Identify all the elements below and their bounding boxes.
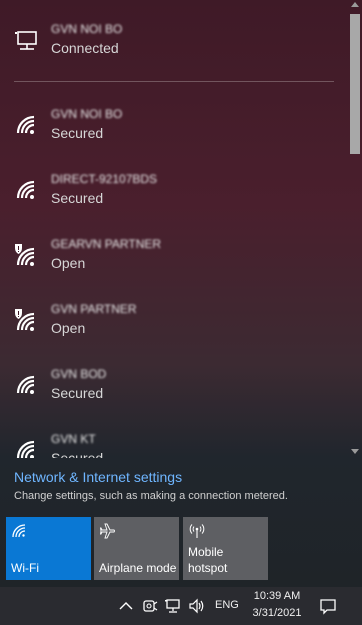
network-name: GVN BOD: [51, 367, 107, 381]
network-status: Secured: [51, 450, 104, 458]
wifi-network-item[interactable]: GVN BOD Secured: [0, 359, 348, 424]
wifi-icon: [16, 180, 35, 199]
network-status: Secured: [51, 385, 104, 401]
language-indicator[interactable]: ENG: [215, 599, 239, 611]
wifi-icon: [12, 524, 26, 538]
network-list[interactable]: GVN NOI BO Connected GVN NOI BO Secured …: [0, 0, 348, 458]
tile-label: Wi-Fi: [11, 561, 39, 575]
scrollbar[interactable]: [348, 0, 362, 458]
camera-icon[interactable]: [141, 597, 159, 615]
ethernet-monitor-icon: [15, 31, 37, 50]
wifi-shield-icon: [15, 244, 35, 266]
chevron-up-icon[interactable]: [117, 597, 135, 615]
network-name: GEARVN PARTNER: [51, 237, 162, 251]
notification-icon[interactable]: [319, 597, 337, 615]
clock-date[interactable]: 3/31/2021: [250, 607, 304, 619]
tile-label: Mobile hotspot: [188, 545, 228, 575]
connected-network-item[interactable]: GVN NOI BO Connected: [0, 14, 348, 79]
network-settings-link[interactable]: Network & Internet settings: [14, 469, 182, 485]
network-status: Connected: [51, 40, 119, 56]
speaker-icon[interactable]: [188, 597, 206, 615]
wifi-icon: [16, 115, 35, 134]
wifi-shield-icon: [15, 309, 35, 331]
wifi-icon: [16, 375, 35, 394]
tile-label: Airplane mode: [99, 561, 177, 575]
network-status: Secured: [51, 125, 104, 141]
scroll-down-icon[interactable]: [351, 449, 359, 454]
network-status: Open: [51, 255, 86, 271]
divider: [14, 81, 334, 82]
clock-time[interactable]: 10:39 AM: [252, 590, 302, 602]
network-name: GVN NOI BO: [51, 22, 123, 36]
wifi-network-item[interactable]: GVN PARTNER Open: [0, 294, 348, 359]
mobile-hotspot-tile[interactable]: Mobile hotspot: [183, 517, 268, 580]
airplane-icon: [100, 523, 115, 539]
wifi-network-item[interactable]: GVN NOI BO Secured: [0, 99, 348, 164]
network-status: Open: [51, 320, 86, 336]
wifi-icon: [16, 440, 35, 458]
taskbar: ENG 10:39 AM 3/31/2021: [0, 587, 362, 625]
network-name: GVN KT: [51, 432, 96, 446]
hotspot-icon: [189, 524, 205, 538]
network-name: DIRECT-92107BDS: [51, 172, 158, 186]
network-flyout: GVN NOI BO Connected GVN NOI BO Secured …: [0, 0, 362, 587]
network-name: GVN NOI BO: [51, 107, 123, 121]
airplane-mode-tile[interactable]: Airplane mode: [94, 517, 179, 580]
wifi-network-item[interactable]: DIRECT-92107BDS Secured: [0, 164, 348, 229]
wifi-network-item[interactable]: GEARVN PARTNER Open: [0, 229, 348, 294]
scroll-up-icon[interactable]: [351, 2, 359, 7]
scroll-thumb[interactable]: [350, 14, 360, 154]
network-name: GVN PARTNER: [51, 302, 137, 316]
network-icon[interactable]: [164, 597, 182, 615]
wifi-toggle-tile[interactable]: Wi-Fi: [6, 517, 91, 580]
network-settings-description: Change settings, such as making a connec…: [14, 490, 288, 502]
wifi-network-item[interactable]: GVN KT Secured: [0, 424, 348, 458]
network-status: Secured: [51, 190, 104, 206]
